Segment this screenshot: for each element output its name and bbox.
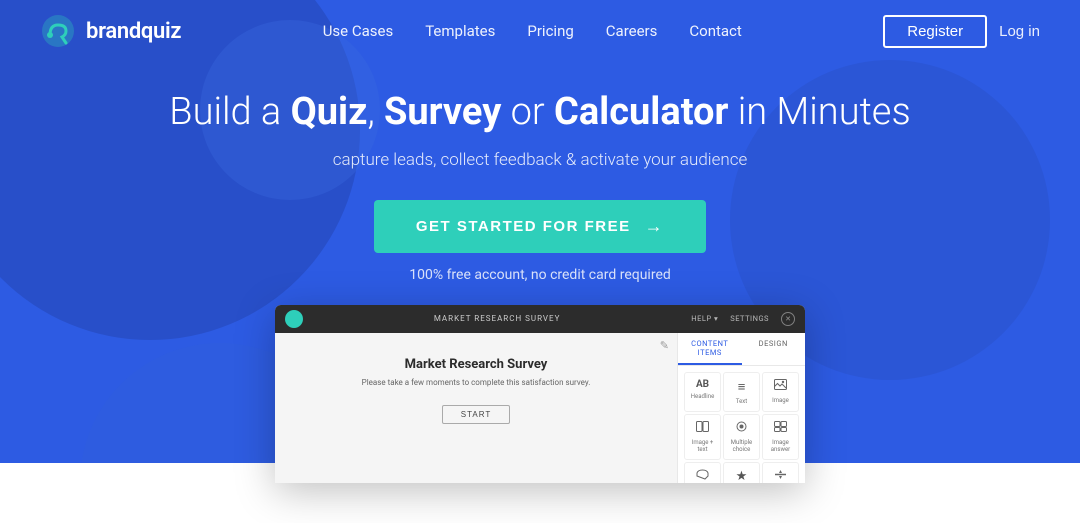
register-button[interactable]: Register (883, 15, 987, 48)
divider-icon (774, 469, 787, 483)
image-text-label: Image + text (687, 439, 718, 453)
sidebar-item-headline[interactable]: AB Headline (684, 372, 721, 412)
survey-description: Please take a few moments to complete th… (289, 377, 663, 388)
tab-design[interactable]: DESIGN (742, 333, 806, 365)
nav-use-cases[interactable]: Use Cases (323, 22, 394, 40)
image-text-icon (696, 421, 709, 436)
nav-templates[interactable]: Templates (425, 22, 495, 40)
headline-sep1: , (367, 90, 384, 134)
app-logo-icon (285, 310, 303, 328)
tab-content-items[interactable]: CONTENT ITEMS (678, 333, 742, 365)
survey-content: Market Research Survey Please take a few… (289, 343, 663, 424)
navbar: brandquiz Use Cases Templates Pricing Ca… (0, 0, 1080, 62)
sidebar-grid: AB Headline ≡ Text Image (678, 366, 805, 483)
app-body: ✎ Market Research Survey Please take a f… (275, 333, 805, 483)
sidebar-item-divider[interactable]: Divider (762, 462, 799, 483)
cta-button[interactable]: GET STARTED FOR FREE → (374, 200, 706, 253)
sidebar-item-text[interactable]: ≡ Text (723, 372, 760, 412)
image-icon (774, 379, 787, 394)
image-answer-icon (774, 421, 787, 436)
sidebar-item-image-text[interactable]: Image + text (684, 414, 721, 460)
nav-contact[interactable]: Contact (689, 22, 741, 40)
hero-section: Build a Quiz, Survey or Calculator in Mi… (0, 62, 1080, 483)
logo-icon (40, 13, 76, 49)
app-close-icon[interactable]: ✕ (781, 312, 795, 326)
image-label: Image (772, 397, 789, 404)
survey-title: Market Research Survey (289, 357, 663, 372)
sidebar-item-rating[interactable]: ★ Rating (723, 462, 760, 483)
multiple-choice-label: Multiple choice (726, 439, 757, 453)
app-help-label[interactable]: HELP ▾ (691, 314, 718, 323)
headline-label: Headline (691, 393, 715, 400)
logo-area[interactable]: brandquiz (40, 13, 181, 49)
headline-sep2: or (501, 90, 554, 134)
nav-actions: Register Log in (883, 15, 1040, 48)
login-button[interactable]: Log in (999, 23, 1040, 40)
app-settings-label[interactable]: SETTINGS (730, 314, 769, 323)
hero-headline: Build a Quiz, Survey or Calculator in Mi… (0, 90, 1080, 136)
cta-arrow-icon: → (645, 216, 665, 237)
multiple-choice-icon (735, 421, 748, 436)
survey-start-button[interactable]: START (442, 405, 510, 424)
hero-note: 100% free account, no credit card requir… (0, 267, 1080, 283)
nav-links: Use Cases Templates Pricing Careers Cont… (323, 22, 742, 40)
headline-icon: AB (696, 379, 709, 390)
app-titlebar: MARKET RESEARCH SURVEY HELP ▾ SETTINGS ✕ (275, 305, 805, 333)
app-preview: MARKET RESEARCH SURVEY HELP ▾ SETTINGS ✕… (275, 305, 805, 483)
headline-start: Build a (169, 90, 290, 134)
headline-end: in Minutes (728, 90, 910, 134)
text-icon: ≡ (738, 379, 746, 395)
brand-name: brandquiz (86, 19, 181, 44)
rating-icon: ★ (736, 469, 748, 483)
free-text-icon (696, 469, 709, 483)
headline-survey: Survey (384, 90, 501, 134)
sidebar-panel: CONTENT ITEMS DESIGN AB Headline ≡ Text (677, 333, 805, 483)
text-label: Text (736, 398, 747, 405)
sidebar-item-free-text[interactable]: Free text input (684, 462, 721, 483)
edit-area: ✎ Market Research Survey Please take a f… (275, 333, 677, 483)
headline-quiz: Quiz (291, 90, 368, 134)
app-survey-name: MARKET RESEARCH SURVEY (333, 314, 661, 323)
edit-icon: ✎ (660, 339, 669, 352)
sidebar-item-multiple-choice[interactable]: Multiple choice (723, 414, 760, 460)
hero-subheadline: capture leads, collect feedback & activa… (0, 150, 1080, 170)
headline-calculator: Calculator (554, 90, 728, 134)
cta-label: GET STARTED FOR FREE (416, 218, 631, 235)
sidebar-tabs: CONTENT ITEMS DESIGN (678, 333, 805, 366)
image-answer-label: Image answer (765, 439, 796, 453)
nav-careers[interactable]: Careers (606, 22, 658, 40)
nav-pricing[interactable]: Pricing (527, 22, 573, 40)
app-nav-right: HELP ▾ SETTINGS ✕ (691, 312, 795, 326)
sidebar-item-image[interactable]: Image (762, 372, 799, 412)
sidebar-item-image-answer[interactable]: Image answer (762, 414, 799, 460)
